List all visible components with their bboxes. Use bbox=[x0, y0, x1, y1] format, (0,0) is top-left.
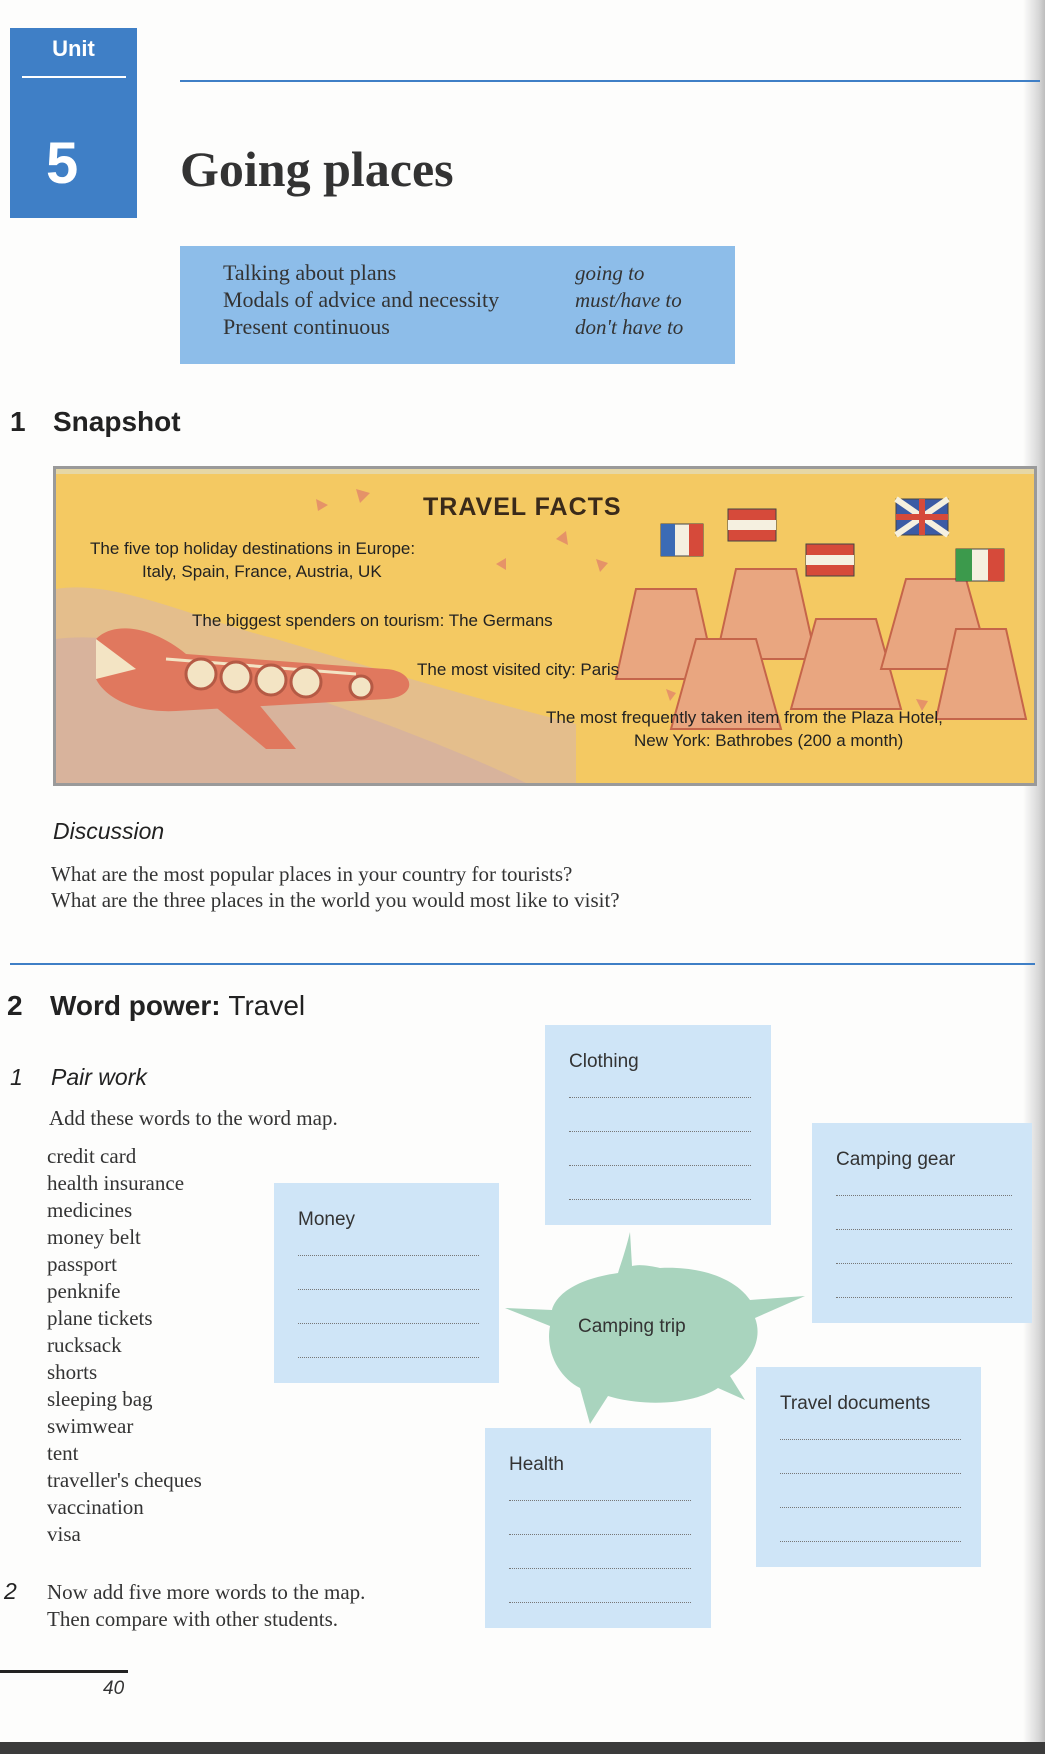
scan-bottom-edge bbox=[0, 1742, 1045, 1754]
section-heading-topic: Travel bbox=[228, 990, 306, 1021]
answer-line[interactable] bbox=[298, 1323, 479, 1324]
fact-text: The most visited city: Paris bbox=[417, 660, 620, 679]
list-item: passport bbox=[47, 1252, 117, 1276]
unit-label: Unit bbox=[52, 36, 95, 61]
answer-line[interactable] bbox=[836, 1297, 1012, 1298]
answer-line[interactable] bbox=[780, 1541, 961, 1542]
discussion-heading: Discussion bbox=[53, 818, 165, 844]
answer-line[interactable] bbox=[836, 1195, 1012, 1196]
word-map-label: Money bbox=[298, 1209, 356, 1230]
page-title: Going places bbox=[180, 141, 454, 197]
word-map-label: Travel documents bbox=[780, 1393, 931, 1414]
answer-line[interactable] bbox=[509, 1602, 691, 1603]
fact-text: New York: Bathrobes (200 a month) bbox=[634, 731, 904, 750]
list-item: credit card bbox=[47, 1144, 137, 1168]
page-number: 40 bbox=[103, 1678, 125, 1699]
answer-line[interactable] bbox=[780, 1507, 961, 1508]
section-heading-main: Word power: bbox=[50, 990, 221, 1021]
answer-line[interactable] bbox=[836, 1263, 1012, 1264]
word-map-box-health: Health bbox=[485, 1428, 711, 1628]
list-item: sleeping bag bbox=[47, 1387, 153, 1411]
word-map-center: Camping trip bbox=[578, 1316, 686, 1337]
answer-line[interactable] bbox=[298, 1289, 479, 1290]
task-instruction: Now add five more words to the map. bbox=[47, 1580, 366, 1604]
task-number: 2 bbox=[4, 1578, 17, 1604]
answer-line[interactable] bbox=[298, 1255, 479, 1256]
topic-item: Talking about plans bbox=[223, 260, 397, 285]
word-map-label: Camping gear bbox=[836, 1149, 956, 1170]
list-item: plane tickets bbox=[47, 1306, 153, 1330]
task-heading: Pair work bbox=[51, 1064, 147, 1090]
word-map-box-camping-gear: Camping gear bbox=[812, 1123, 1032, 1323]
word-list: credit card health insurance medicines m… bbox=[47, 1143, 287, 1548]
answer-line[interactable] bbox=[298, 1357, 479, 1358]
word-map-label: Clothing bbox=[569, 1051, 639, 1072]
list-item: medicines bbox=[47, 1198, 133, 1222]
header-rule bbox=[180, 80, 1040, 82]
answer-line[interactable] bbox=[569, 1131, 751, 1132]
list-item: health insurance bbox=[47, 1171, 185, 1195]
discussion-question: What are the three places in the world y… bbox=[51, 888, 620, 912]
section-heading: Word power: Travel bbox=[50, 990, 305, 1022]
list-item: penknife bbox=[47, 1279, 121, 1303]
answer-line[interactable] bbox=[509, 1534, 691, 1535]
topic-item: Modals of advice and necessity bbox=[223, 287, 500, 312]
topics-box: Talking about plans Modals of advice and… bbox=[180, 246, 735, 364]
flag-icons bbox=[660, 496, 1005, 582]
task-instruction: Then compare with other students. bbox=[47, 1607, 339, 1631]
fact-text: The five top holiday destinations in Eur… bbox=[90, 539, 416, 558]
section-divider bbox=[10, 963, 1035, 965]
section-number: 1 bbox=[10, 406, 26, 437]
list-item: swimwear bbox=[47, 1414, 134, 1438]
word-map-box-clothing: Clothing bbox=[545, 1025, 771, 1225]
footer-rule bbox=[0, 1670, 128, 1673]
sandcastle-icons bbox=[614, 568, 1028, 730]
fact-text: The most frequently taken item from the … bbox=[546, 708, 943, 727]
list-item: money belt bbox=[47, 1225, 141, 1249]
list-item: tent bbox=[47, 1441, 79, 1465]
answer-line[interactable] bbox=[780, 1439, 961, 1440]
word-map-box-travel-documents: Travel documents bbox=[756, 1367, 981, 1567]
grammar-item: must/have to bbox=[575, 288, 682, 312]
snapshot-title: TRAVEL FACTS bbox=[423, 493, 622, 521]
word-map-label: Health bbox=[509, 1454, 564, 1475]
answer-line[interactable] bbox=[509, 1500, 691, 1501]
grammar-item: don't have to bbox=[575, 315, 684, 339]
list-item: vaccination bbox=[47, 1495, 144, 1519]
word-map-box-money: Money bbox=[274, 1183, 499, 1383]
unit-number: 5 bbox=[46, 131, 79, 196]
task-instruction: Add these words to the word map. bbox=[49, 1106, 338, 1130]
list-item: traveller's cheques bbox=[47, 1468, 202, 1492]
section-number: 2 bbox=[7, 990, 23, 1021]
travel-facts-snapshot: TRAVEL FACTS The five top holiday destin… bbox=[53, 466, 1037, 786]
fact-text: The biggest spenders on tourism: The Ger… bbox=[192, 611, 553, 630]
grammar-item: going to bbox=[575, 261, 645, 285]
answer-line[interactable] bbox=[509, 1568, 691, 1569]
list-item: rucksack bbox=[47, 1333, 122, 1357]
fact-text: Italy, Spain, France, Austria, UK bbox=[142, 562, 382, 581]
answer-line[interactable] bbox=[569, 1165, 751, 1166]
unit-badge: Unit 5 bbox=[10, 28, 137, 218]
snapshot-panel: TRAVEL FACTS The five top holiday destin… bbox=[56, 469, 1034, 783]
list-item: shorts bbox=[47, 1360, 98, 1384]
answer-line[interactable] bbox=[569, 1097, 751, 1098]
answer-line[interactable] bbox=[836, 1229, 1012, 1230]
section-heading: Snapshot bbox=[53, 406, 181, 437]
answer-line[interactable] bbox=[569, 1199, 751, 1200]
scan-edge-shadow bbox=[1023, 0, 1045, 1754]
topic-item: Present continuous bbox=[223, 314, 390, 339]
list-item: visa bbox=[47, 1522, 81, 1546]
discussion-question: What are the most popular places in your… bbox=[51, 862, 573, 886]
unit-divider bbox=[22, 76, 126, 78]
answer-line[interactable] bbox=[780, 1473, 961, 1474]
task-number: 1 bbox=[10, 1064, 23, 1090]
